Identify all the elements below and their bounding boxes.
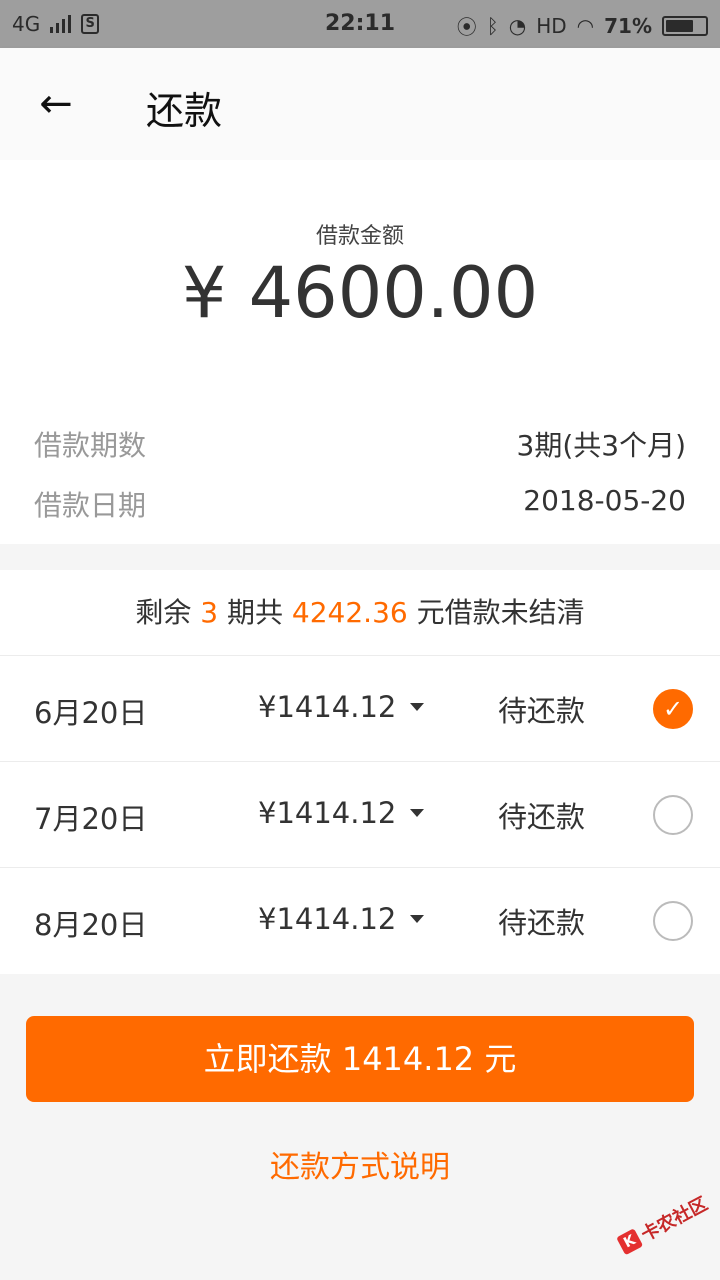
loan-term-row: 借款期数 3期(共3个月) [34, 424, 686, 464]
caret-down-icon[interactable] [410, 703, 424, 711]
installment-amount[interactable]: ¥1414.12 [258, 690, 396, 724]
status-bar: 4G S 22:11 ⦿ ᛒ ◔ HD ◠ 71% [0, 0, 720, 48]
installment-row[interactable]: 6月20日 ¥1414.12 待还款 ✓ [0, 656, 720, 762]
installment-date: 6月20日 [34, 696, 148, 730]
repayment-plan: 剩余 3 期共 4242.36 元借款未结清 6月20日 ¥1414.12 待还… [0, 570, 720, 974]
battery-percent: 71% [604, 13, 652, 38]
installment-amount[interactable]: ¥1414.12 [258, 902, 396, 936]
page-title: 还款 [146, 89, 223, 133]
loan-term-label: 借款期数 [34, 429, 147, 462]
watermark-text: 卡农社区 [637, 1193, 712, 1246]
pay-now-button[interactable]: 立即还款 1414.12 元 [26, 1016, 694, 1102]
caret-down-icon[interactable] [410, 915, 424, 923]
arrow-left-icon: ← [39, 81, 73, 127]
remaining-prefix: 剩余 [135, 596, 201, 629]
remaining-amount: 4242.36 [291, 596, 408, 629]
installment-status: 待还款 [498, 694, 586, 728]
installment-amount[interactable]: ¥1414.12 [258, 796, 396, 830]
nfc-icon: ⦿ [456, 15, 477, 39]
loan-term-value: 3期(共3个月) [516, 429, 686, 462]
installment-status: 待还款 [498, 906, 586, 940]
checkmark-icon: ✓ [662, 695, 684, 723]
remaining-periods: 3 [200, 596, 219, 629]
loan-date-row: 借款日期 2018-05-20 [34, 484, 686, 524]
wifi-icon: ◠ [576, 13, 595, 38]
repayment-method-link[interactable]: 还款方式说明 [0, 1142, 720, 1186]
remaining-summary: 剩余 3 期共 4242.36 元借款未结清 [0, 570, 720, 656]
back-button[interactable]: ← [28, 78, 84, 130]
installment-checkbox[interactable] [653, 901, 693, 941]
installment-status: 待还款 [498, 800, 586, 834]
watermark-icon: K [616, 1228, 644, 1256]
remaining-suffix: 元借款未结清 [407, 596, 585, 629]
installment-checkbox[interactable] [653, 795, 693, 835]
loan-summary: 借款金额 ¥ 4600.00 借款期数 3期(共3个月) 借款日期 2018-0… [0, 160, 720, 544]
battery-icon [662, 15, 708, 36]
loan-date-value: 2018-05-20 [523, 484, 686, 517]
remaining-middle: 期共 [218, 596, 292, 629]
installment-date: 8月20日 [34, 908, 148, 942]
loan-amount-label: 借款金额 [315, 224, 404, 249]
hd-label: HD [536, 13, 567, 38]
installment-row[interactable]: 7月20日 ¥1414.12 待还款 [0, 762, 720, 868]
app-toolbar: ← 还款 [0, 48, 720, 160]
installment-checkbox[interactable]: ✓ [653, 689, 693, 729]
caret-down-icon[interactable] [410, 809, 424, 817]
bluetooth-icon: ᛒ [486, 13, 499, 38]
loan-date-label: 借款日期 [34, 489, 147, 522]
installment-row[interactable]: 8月20日 ¥1414.12 待还款 [0, 868, 720, 974]
loan-amount: ¥ 4600.00 [181, 252, 539, 334]
alarm-icon: ◔ [508, 13, 527, 38]
watermark-logo: K 卡农社区 [608, 1175, 720, 1271]
installment-date: 7月20日 [34, 802, 148, 836]
